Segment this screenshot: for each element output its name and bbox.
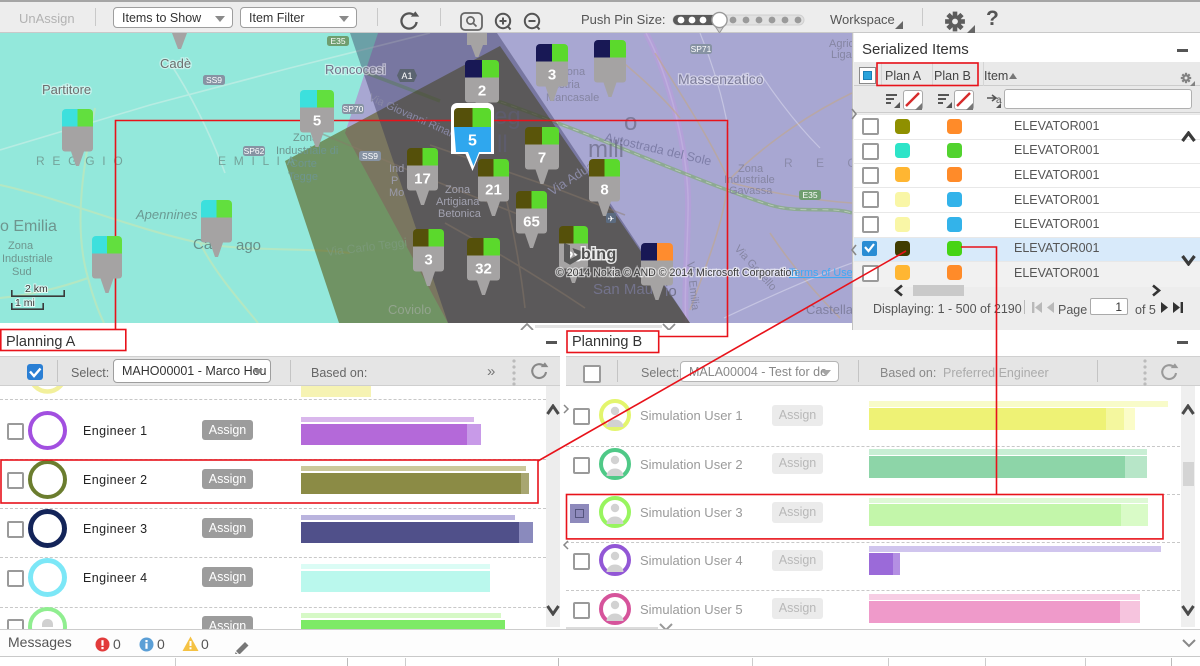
- svg-text:1 mi: 1 mi: [15, 297, 35, 309]
- svg-text:Zona: Zona: [8, 240, 34, 252]
- svg-text:© 2014 Nokia © AND © 2014 Micr: © 2014 Nokia © AND © 2014 Microsoft Corp…: [556, 267, 797, 279]
- svg-text:Partitore: Partitore: [42, 82, 91, 97]
- svg-text:Ind: Ind: [389, 163, 404, 175]
- svg-text:Sud: Sud: [12, 266, 32, 278]
- svg-text:Coviolo: Coviolo: [388, 302, 431, 317]
- svg-text:SS9: SS9: [362, 151, 378, 161]
- svg-text:io: io: [665, 283, 677, 300]
- svg-text:Tegge: Tegge: [288, 171, 318, 183]
- svg-text:Cadè: Cadè: [160, 56, 191, 71]
- svg-text:SP71: SP71: [691, 44, 712, 54]
- svg-text:R E G G: R E G G: [784, 156, 852, 170]
- svg-text:3: 3: [548, 67, 556, 84]
- svg-text:Mo: Mo: [389, 187, 404, 199]
- svg-text:SP62: SP62: [244, 146, 265, 156]
- svg-text:Gavassa: Gavassa: [729, 185, 773, 197]
- svg-text:Artigiana: Artigiana: [436, 196, 480, 208]
- svg-text:P: P: [391, 175, 398, 187]
- svg-text:E35: E35: [802, 190, 817, 200]
- svg-text:Castellaz: Castellaz: [806, 302, 852, 317]
- svg-text:Industriale di: Industriale di: [276, 145, 338, 157]
- svg-text:5: 5: [468, 133, 477, 150]
- svg-text:2: 2: [478, 83, 486, 100]
- svg-text:a: a: [996, 95, 1002, 106]
- svg-text:✈: ✈: [608, 215, 615, 224]
- svg-text:32: 32: [475, 261, 492, 278]
- svg-text:Massenzatico: Massenzatico: [678, 71, 764, 87]
- svg-text:Betonica: Betonica: [438, 208, 482, 220]
- svg-text:2 km: 2 km: [25, 283, 48, 295]
- svg-text:7: 7: [538, 150, 546, 167]
- svg-text:o: o: [624, 109, 637, 136]
- svg-text:o Emilia: o Emilia: [0, 218, 57, 235]
- svg-text:8: 8: [600, 182, 608, 199]
- svg-text:SP70: SP70: [343, 104, 364, 114]
- svg-text:17: 17: [414, 171, 431, 188]
- svg-text:Apennines: Apennines: [135, 207, 198, 222]
- svg-text:Corte: Corte: [290, 158, 317, 170]
- svg-text:ago: ago: [236, 237, 261, 254]
- svg-text:Zona: Zona: [445, 184, 471, 196]
- svg-text:E35: E35: [330, 36, 345, 46]
- svg-text:Industriale: Industriale: [2, 253, 53, 265]
- svg-text:A1: A1: [401, 71, 412, 81]
- svg-text:65: 65: [523, 214, 540, 231]
- svg-text:3: 3: [424, 252, 432, 269]
- svg-text:5: 5: [313, 113, 321, 130]
- svg-text:SS9: SS9: [206, 75, 222, 85]
- svg-text:ll: ll: [497, 131, 508, 158]
- svg-text:mili: mili: [588, 136, 624, 163]
- svg-text:Terms of Use: Terms of Use: [789, 267, 852, 279]
- svg-text:bing: bing: [581, 246, 617, 263]
- svg-text:21: 21: [485, 182, 502, 199]
- svg-text:Roncocesi: Roncocesi: [325, 62, 386, 77]
- svg-text:eg: eg: [494, 103, 521, 130]
- svg-text:Ligab: Ligab: [831, 49, 852, 61]
